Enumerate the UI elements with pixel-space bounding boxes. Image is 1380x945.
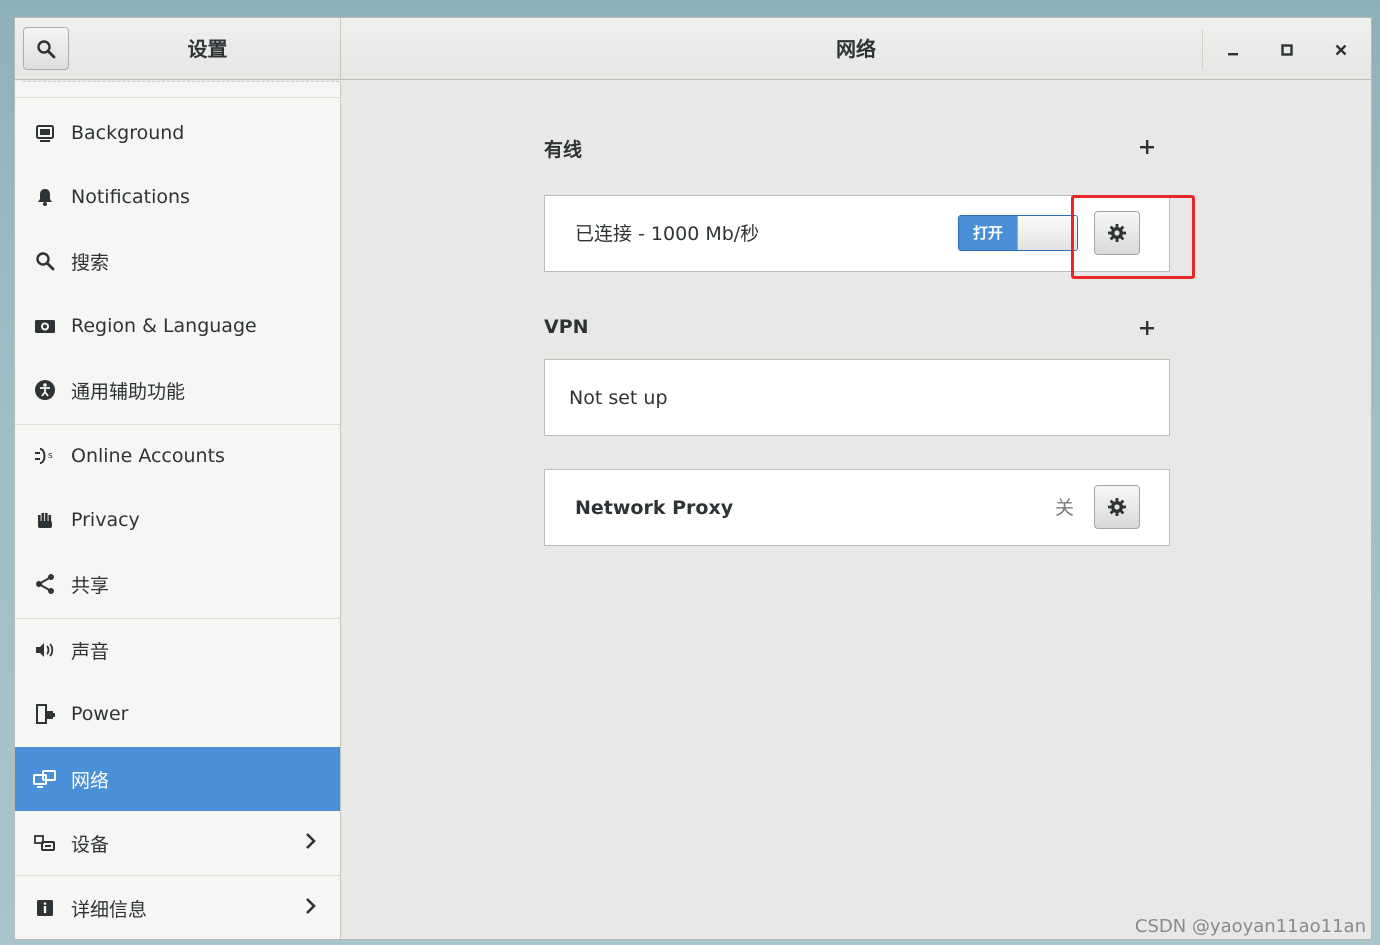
sidebar-item-label: 声音 xyxy=(71,640,110,663)
share-icon xyxy=(33,572,57,596)
sidebar-item-region-language[interactable]: Region & Language xyxy=(15,294,340,358)
maximize-button[interactable] xyxy=(1273,36,1301,64)
accessibility-icon xyxy=(33,378,57,402)
network-proxy-label: Network Proxy xyxy=(575,497,734,519)
sidebar-item-devices[interactable]: 设备 xyxy=(15,811,340,875)
watermark: CSDN @yaoyan11ao11an xyxy=(1134,916,1366,937)
proxy-settings-button[interactable] xyxy=(1094,485,1140,529)
sidebar-item-label: 设备 xyxy=(71,833,110,856)
vpn-section-label: VPN xyxy=(544,316,589,338)
header-bar: 设置 网络 xyxy=(15,18,1371,80)
search-icon xyxy=(37,39,56,58)
sidebar: Background Notifications 搜索 Region & Lan… xyxy=(15,81,341,939)
maximize-icon xyxy=(1281,44,1293,56)
power-icon xyxy=(33,702,57,726)
sidebar-item-search[interactable]: 搜索 xyxy=(15,229,340,293)
network-proxy-state: 关 xyxy=(1055,497,1075,519)
sidebar-item-sharing[interactable]: 共享 xyxy=(15,552,340,616)
devices-icon xyxy=(33,831,57,855)
close-icon xyxy=(1335,44,1347,56)
header-left: 设置 xyxy=(15,18,341,80)
search-button[interactable] xyxy=(23,27,69,70)
sidebar-item-online-accounts[interactable]: s Online Accounts xyxy=(15,424,340,488)
close-button[interactable] xyxy=(1327,36,1355,64)
sidebar-item-label: Region & Language xyxy=(71,315,257,337)
sidebar-item-network[interactable]: 网络 xyxy=(15,747,340,811)
add-wired-button[interactable] xyxy=(1135,135,1159,159)
sidebar-item-label: 通用辅助功能 xyxy=(71,380,186,403)
sidebar-dashed-line xyxy=(23,81,339,83)
sidebar-item-background[interactable]: Background xyxy=(15,101,340,165)
page-title: 网络 xyxy=(836,37,876,61)
sidebar-item-label: 共享 xyxy=(71,574,110,597)
network-panel: 有线 已连接 - 1000 Mb/秒 打开 VPN Not set up Net… xyxy=(342,81,1371,939)
sidebar-item-label: 搜索 xyxy=(71,251,110,274)
wired-status: 已连接 - 1000 Mb/秒 xyxy=(575,223,760,245)
plus-icon xyxy=(1140,321,1154,335)
network-icon xyxy=(33,767,57,791)
sidebar-item-label: 详细信息 xyxy=(71,898,148,921)
bell-icon xyxy=(33,185,57,209)
camera-icon xyxy=(33,314,57,338)
red-highlight-box xyxy=(1071,195,1195,279)
wired-section-label: 有线 xyxy=(544,139,583,161)
switch-on-label: 打开 xyxy=(959,216,1017,250)
sidebar-divider xyxy=(15,97,341,98)
vpn-card: Not set up xyxy=(544,359,1170,436)
sidebar-item-label: Background xyxy=(71,122,185,144)
add-vpn-button[interactable] xyxy=(1135,316,1159,340)
minimize-button[interactable] xyxy=(1219,36,1247,64)
header-separator xyxy=(1202,30,1203,70)
switch-knob xyxy=(1017,216,1077,250)
info-icon xyxy=(33,896,57,920)
sidebar-item-notifications[interactable]: Notifications xyxy=(15,165,340,229)
plus-icon xyxy=(1140,140,1154,154)
search-icon xyxy=(33,249,57,273)
sidebar-item-label: 网络 xyxy=(71,769,110,792)
svg-text:s: s xyxy=(48,451,53,461)
sidebar-item-label: Online Accounts xyxy=(71,445,225,467)
online-accounts-icon: s xyxy=(33,444,57,468)
sidebar-item-accessibility[interactable]: 通用辅助功能 xyxy=(15,358,340,422)
hand-icon xyxy=(33,508,57,532)
sidebar-item-label: Power xyxy=(71,703,129,725)
wired-toggle-switch[interactable]: 打开 xyxy=(958,215,1078,251)
vpn-status: Not set up xyxy=(569,387,668,409)
sidebar-item-label: Privacy xyxy=(71,509,140,531)
minimize-icon xyxy=(1228,53,1238,56)
sidebar-item-privacy[interactable]: Privacy xyxy=(15,488,340,552)
sidebar-item-label: Notifications xyxy=(71,186,190,208)
sidebar-item-power[interactable]: Power xyxy=(15,682,340,746)
chevron-right-icon xyxy=(304,831,318,856)
network-proxy-card[interactable]: Network Proxy 关 xyxy=(544,469,1170,546)
sidebar-item-details[interactable]: 详细信息 xyxy=(15,876,340,939)
gear-icon xyxy=(1108,498,1126,516)
background-icon xyxy=(33,121,57,145)
chevron-right-icon xyxy=(304,896,318,921)
speaker-icon xyxy=(33,638,57,662)
app-title: 设置 xyxy=(187,37,228,61)
settings-window: 设置 网络 Background Notifications 搜索 Region… xyxy=(14,17,1372,940)
sidebar-item-sound[interactable]: 声音 xyxy=(15,618,340,682)
